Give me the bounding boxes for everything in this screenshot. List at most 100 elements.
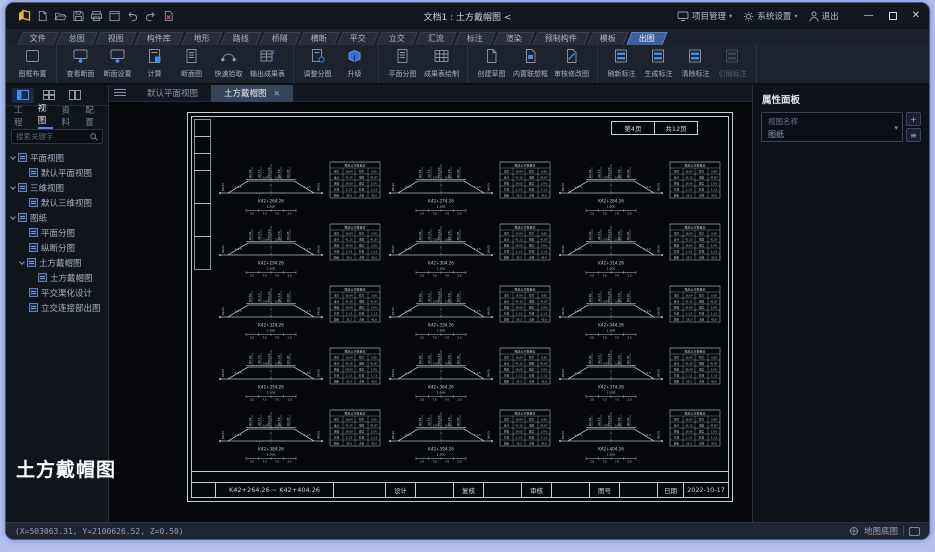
close-tab-icon[interactable]: ✕	[274, 89, 280, 98]
ribbon-button[interactable]: 创建草图	[473, 47, 510, 79]
new-file-icon[interactable]	[33, 8, 51, 25]
system-settings-button[interactable]: 系统设置 ▾	[743, 10, 797, 22]
close-button[interactable]: ✕	[912, 11, 920, 21]
cross-section[interactable]: 84.6242.15504.2642.1884.0584.6284.052.0%…	[216, 157, 382, 215]
ribbon-button[interactable]: 快速拾取	[210, 47, 247, 79]
list-button[interactable]: ≡	[906, 128, 921, 142]
svg-text:84.62: 84.62	[221, 369, 225, 377]
basemap-label[interactable]: 地图底图	[864, 525, 898, 537]
ribbon-button[interactable]: 清除标注	[677, 47, 714, 79]
cross-section[interactable]: 84.6242.15504.2642.1884.0584.6284.052.0%…	[556, 281, 722, 339]
menu-tab[interactable]: 出图	[626, 32, 667, 45]
maximize-button[interactable]	[889, 12, 897, 20]
cross-section[interactable]: 84.6242.15504.2642.1884.0584.6284.052.0%…	[556, 157, 722, 215]
cross-section[interactable]: 84.6242.15504.2642.1884.0584.6284.052.0%…	[216, 219, 382, 277]
cross-section[interactable]: 84.6242.15504.2642.1884.0584.6284.052.0%…	[386, 157, 552, 215]
menu-tab[interactable]: 模板	[587, 32, 628, 45]
panel-layout-split-icon[interactable]	[64, 88, 86, 103]
menu-tab[interactable]: 路线	[220, 32, 261, 45]
cross-section[interactable]: 84.6242.15504.2642.1884.0584.6284.052.0%…	[556, 343, 722, 401]
menu-tab[interactable]: 立交	[376, 32, 417, 45]
cross-section[interactable]: 84.6242.15504.2642.1884.0584.6284.052.0%…	[216, 281, 382, 339]
cross-section[interactable]: 84.6242.15504.2642.1884.0584.6284.052.0%…	[556, 219, 722, 277]
cross-section[interactable]: 84.6242.15504.2642.1884.0584.6284.052.0%…	[216, 343, 382, 401]
menu-tab[interactable]: 文件	[17, 32, 58, 45]
browser-tab[interactable]: 视图	[38, 102, 53, 129]
view-mode-button[interactable]	[909, 527, 920, 536]
ribbon-button[interactable]: 升级	[336, 47, 373, 79]
ribbon-button[interactable]: 内置联想框	[510, 47, 551, 79]
menu-tab[interactable]: 横断	[298, 32, 339, 45]
drawing-canvas[interactable]: 第4页 共12页 84.6242.15504.2642.1884.0584.62…	[109, 102, 752, 522]
menu-tab[interactable]: 总图	[56, 32, 97, 45]
ribbon-button[interactable]: 审核修改图	[551, 47, 592, 79]
ribbon-button[interactable]: 平面分图	[384, 47, 421, 79]
logout-button[interactable]: 退出	[809, 10, 839, 22]
ribbon-button[interactable]: 2输出成果表	[247, 47, 288, 79]
tree-item[interactable]: 纵断分图	[6, 240, 108, 255]
cross-section[interactable]: 84.6242.15504.2642.1884.0584.6284.052.0%…	[386, 405, 552, 463]
menu-tab[interactable]: 汇流	[415, 32, 456, 45]
browser-tab[interactable]: 配置	[85, 104, 100, 128]
tree-item[interactable]: 三维视图	[6, 180, 108, 195]
view-name-dropdown[interactable]: 视图名称 图纸 ▾	[761, 112, 903, 142]
menu-tab[interactable]: 标注	[454, 32, 495, 45]
cross-section[interactable]: 84.6242.15504.2642.1884.0584.6284.052.0%…	[556, 405, 722, 463]
tree-item[interactable]: 平面分图	[6, 225, 108, 240]
menu-tab[interactable]: 预制构件	[532, 32, 589, 45]
redo-icon[interactable]	[141, 8, 159, 25]
menu-tab[interactable]: 桥隧	[259, 32, 300, 45]
cross-section[interactable]: 84.6242.15504.2642.1884.0584.6284.052.0%…	[386, 281, 552, 339]
chevron-down-icon[interactable]	[19, 259, 25, 265]
chevron-down-icon[interactable]	[10, 154, 16, 160]
ribbon-button[interactable]: 查看断面	[62, 47, 99, 79]
project-manage-button[interactable]: 项目管理 ▾	[677, 10, 732, 22]
tree-item[interactable]: 土方戴帽图	[6, 255, 108, 270]
ribbon-button[interactable]: 断面设置	[99, 47, 136, 79]
ribbon-button[interactable]: 成果表绘制	[421, 47, 462, 79]
document-tab[interactable]: 土方戴帽图✕	[211, 85, 293, 102]
browser-tab[interactable]: 工程	[14, 104, 29, 128]
add-button[interactable]: +	[906, 112, 921, 126]
minimize-button[interactable]: —	[864, 11, 874, 21]
svg-text:K42+364.26: K42+364.26	[428, 385, 454, 390]
window-book-icon[interactable]	[105, 8, 123, 25]
chevron-down-icon[interactable]	[10, 214, 16, 220]
ribbon-button[interactable]: 计算	[136, 47, 173, 79]
tree-item[interactable]: 平交渠化设计	[6, 285, 108, 300]
menu-tab[interactable]: 视图	[95, 32, 136, 45]
tab-list-icon[interactable]	[114, 89, 126, 97]
panel-layout-left-icon[interactable]	[12, 88, 34, 103]
save-icon[interactable]	[69, 8, 87, 25]
menu-tab[interactable]: 平交	[337, 32, 378, 45]
menu-tab[interactable]: 地形	[181, 32, 222, 45]
svg-text:2.0: 2.0	[590, 336, 594, 340]
cross-section[interactable]: 84.6242.15504.2642.1884.0584.6284.052.0%…	[216, 405, 382, 463]
open-folder-icon[interactable]	[51, 8, 69, 25]
menu-tab[interactable]: 渲染	[493, 32, 534, 45]
ribbon-button[interactable]: 断面图	[173, 47, 210, 79]
ribbon-button[interactable]: 调整分图	[299, 47, 336, 79]
document-tab[interactable]: 默认平面视图	[134, 85, 211, 102]
undo-icon[interactable]	[123, 8, 141, 25]
tree-item[interactable]: 图纸	[6, 210, 108, 225]
menu-tab[interactable]: 构件库	[134, 32, 183, 45]
ribbon-button-label: 成果表绘制	[424, 69, 459, 79]
print-icon[interactable]	[87, 8, 105, 25]
tree-item[interactable]: 立交连接部出图	[6, 300, 108, 315]
ribbon-button[interactable]: 刷新标注	[603, 47, 640, 79]
close-doc-icon[interactable]	[159, 8, 177, 25]
panel-layout-grid-icon[interactable]	[38, 88, 60, 103]
search-input[interactable]: 搜索关键字	[11, 129, 103, 144]
chevron-down-icon[interactable]	[10, 184, 16, 190]
tree-item[interactable]: 土方戴帽图	[6, 270, 108, 285]
tree-item[interactable]: 默认三维视图	[6, 195, 108, 210]
browser-tab[interactable]: 资料	[62, 104, 77, 128]
svg-text:占地: 占地	[699, 255, 705, 259]
tree-item[interactable]: 平面视图	[6, 150, 108, 165]
cross-section[interactable]: 84.6242.15504.2642.1884.0584.6284.052.0%…	[386, 219, 552, 277]
tree-item[interactable]: 默认平面视图	[6, 165, 108, 180]
cross-section[interactable]: 84.6242.15504.2642.1884.0584.6284.052.0%…	[386, 343, 552, 401]
ribbon-button[interactable]: 图框布置	[14, 47, 51, 79]
ribbon-button[interactable]: 生成标注	[640, 47, 677, 79]
